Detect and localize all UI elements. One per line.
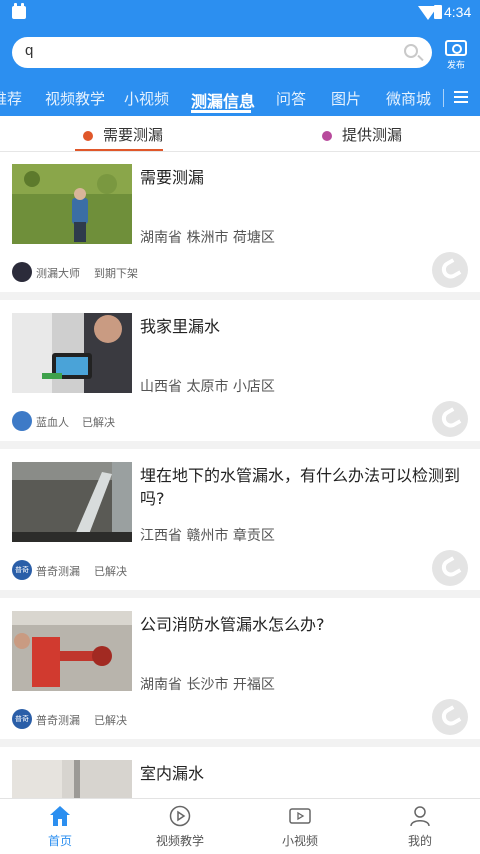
location-pin-icon	[322, 131, 332, 141]
avatar	[12, 411, 32, 431]
call-button[interactable]	[432, 252, 468, 288]
tab-video-teaching[interactable]: 视频教学	[45, 88, 105, 109]
post-location: 江西省 赣州市 章贡区	[140, 528, 275, 544]
post-thumbnail	[12, 164, 132, 244]
post-thumbnail	[12, 462, 132, 542]
post-title: 我家里漏水	[140, 317, 221, 336]
video-play-icon	[169, 805, 191, 827]
phone-icon	[438, 407, 462, 431]
call-button[interactable]	[432, 550, 468, 586]
tab-leak-info[interactable]: 测漏信息	[191, 88, 255, 112]
publish-button[interactable]: 发布	[440, 38, 472, 71]
bottom-nav-label: 小视频	[281, 834, 318, 848]
post-author: 普奇测漏	[36, 714, 80, 727]
search-input[interactable]: q	[12, 37, 432, 68]
post-thumbnail	[12, 313, 132, 393]
avatar: 普奇	[12, 560, 32, 580]
active-tab-indicator	[191, 110, 251, 113]
tab-divider	[443, 89, 444, 107]
post-thumbnail	[12, 611, 132, 691]
status-bar: 4:34	[0, 0, 480, 28]
bottom-navigation: 首页 视频教学 小视频 我的	[0, 798, 480, 854]
list-item[interactable]: 埋在地下的水管漏水，有什么办法可以检测到吗? 江西省 赣州市 章贡区 普奇 普奇…	[0, 450, 480, 598]
bottom-nav-label: 我的	[407, 834, 432, 848]
bottom-nav-home[interactable]: 首页	[0, 799, 120, 854]
tab-pictures[interactable]: 图片	[331, 88, 361, 109]
camera-icon	[445, 40, 467, 56]
post-title: 公司消防水管漏水怎么办?	[140, 615, 325, 634]
bottom-nav-short-video[interactable]: 小视频	[240, 799, 360, 854]
bottom-nav-video-teaching[interactable]: 视频教学	[120, 799, 240, 854]
home-icon	[50, 806, 70, 826]
post-author: 测漏大师	[36, 267, 80, 280]
post-status: 已解决	[94, 565, 127, 578]
call-button[interactable]	[432, 401, 468, 437]
avatar	[12, 262, 32, 282]
bottom-nav-label: 首页	[47, 834, 72, 848]
list-item[interactable]: 公司消防水管漏水怎么办? 湖南省 长沙市 开福区 普奇 普奇测漏 已解决	[0, 599, 480, 747]
phone-icon	[438, 556, 462, 580]
app-icon	[12, 3, 26, 19]
status-time: 4:34	[444, 4, 472, 20]
category-tabs: 推荐 视频教学 小视频 测漏信息 问答 图片 微商城	[0, 80, 480, 116]
post-title: 埋在地下的水管漏水，有什么办法可以检测到吗?	[140, 466, 461, 508]
search-value: q	[25, 42, 34, 59]
bottom-nav-mine[interactable]: 我的	[360, 799, 480, 854]
tab-short-video[interactable]: 小视频	[124, 88, 169, 109]
active-subtab-indicator	[75, 149, 163, 151]
tab-qa[interactable]: 问答	[276, 88, 306, 109]
menu-icon[interactable]	[454, 91, 468, 103]
post-location: 湖南省 株洲市 荷塘区	[140, 230, 275, 246]
post-author: 普奇测漏	[36, 565, 80, 578]
tab-recommend[interactable]: 推荐	[0, 88, 22, 109]
phone-icon	[438, 705, 462, 729]
short-video-icon	[289, 808, 311, 824]
post-title: 需要测漏	[140, 168, 205, 187]
list-item[interactable]: 需要测漏 湖南省 株洲市 荷塘区 测漏大师 到期下架	[0, 152, 480, 300]
subtab-need-leak-detection[interactable]: 需要测漏	[83, 124, 163, 145]
user-icon	[410, 806, 430, 827]
search-icon[interactable]	[404, 44, 418, 58]
subtab-label: 提供测漏	[342, 126, 403, 144]
subtab-label: 需要测漏	[103, 126, 164, 144]
post-location: 湖南省 长沙市 开福区	[140, 677, 275, 693]
post-location: 山西省 太原市 小店区	[140, 379, 275, 395]
post-author: 蓝血人	[36, 416, 69, 429]
subtab-offer-leak-detection[interactable]: 提供测漏	[322, 124, 402, 145]
bottom-nav-label: 视频教学	[155, 834, 204, 848]
post-status: 已解决	[82, 416, 115, 429]
avatar: 普奇	[12, 709, 32, 729]
sub-tabs: 需要测漏 提供测漏	[0, 116, 480, 152]
battery-icon	[434, 5, 442, 19]
post-title: 室内漏水	[140, 764, 205, 783]
call-button[interactable]	[432, 699, 468, 735]
post-status: 已解决	[94, 714, 127, 727]
tab-micro-mall[interactable]: 微商城	[386, 88, 431, 109]
phone-icon	[438, 258, 462, 282]
post-status: 到期下架	[94, 267, 138, 280]
list-item[interactable]: 我家里漏水 山西省 太原市 小店区 蓝血人 已解决	[0, 301, 480, 449]
location-pin-icon	[83, 131, 93, 141]
publish-label: 发布	[446, 61, 465, 71]
